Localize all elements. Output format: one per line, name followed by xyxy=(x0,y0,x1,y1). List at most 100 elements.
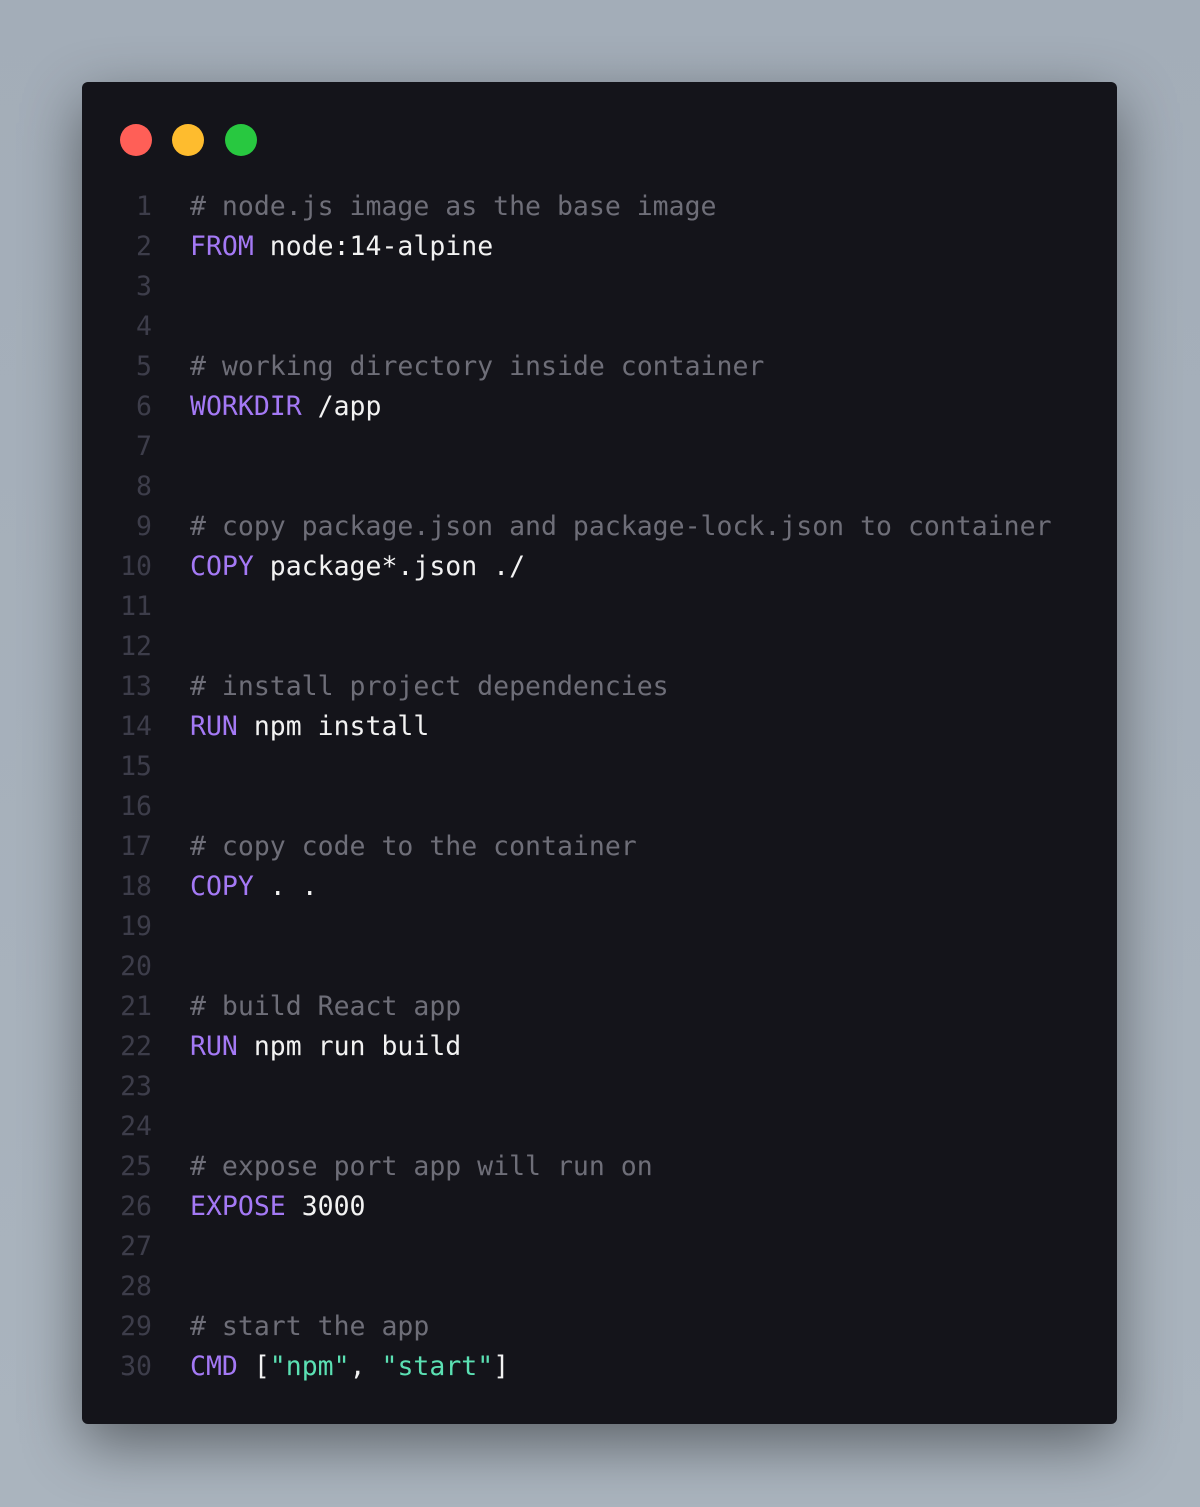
line-number: 17 xyxy=(120,831,152,862)
line-source: # working directory inside container xyxy=(190,347,764,387)
code-token: node:14-alpine xyxy=(253,231,494,262)
code-token: , xyxy=(349,1351,382,1382)
keyword-token: WORKDIR xyxy=(190,391,302,422)
line-number: 12 xyxy=(120,631,152,662)
line-source: COPY . . xyxy=(190,867,318,907)
code-token: package*.json ./ xyxy=(253,551,526,582)
comment-token: # copy package.json and package-lock.jso… xyxy=(190,511,1052,542)
code-line: 14 RUN npm install xyxy=(82,707,1117,747)
code-line: 26 EXPOSE 3000 xyxy=(82,1187,1117,1227)
code-line: 8 xyxy=(82,467,1117,507)
line-number: 22 xyxy=(120,1031,152,1062)
code-line: 16 xyxy=(82,787,1117,827)
comment-token: # working directory inside container xyxy=(190,351,765,382)
line-number: 28 xyxy=(120,1271,152,1302)
line-source: COPY package*.json ./ xyxy=(190,547,525,587)
code-line: 25 # expose port app will run on xyxy=(82,1147,1117,1187)
line-source: # build React app xyxy=(190,987,461,1027)
code-window: 1 # node.js image as the base image 2 FROM … xyxy=(82,82,1117,1424)
code-line: 11 xyxy=(82,587,1117,627)
code-token: npm run build xyxy=(237,1031,462,1062)
code-line: 29 # start the app xyxy=(82,1307,1117,1347)
line-number: 11 xyxy=(120,591,152,622)
code-line: 7 xyxy=(82,427,1117,467)
code-line: 21 # build React app xyxy=(82,987,1117,1027)
keyword-token: CMD xyxy=(190,1351,238,1382)
keyword-token: EXPOSE xyxy=(190,1191,286,1222)
code-token: npm install xyxy=(237,711,430,742)
line-number: 24 xyxy=(120,1111,152,1142)
keyword-token: COPY xyxy=(190,551,254,582)
line-number: 5 xyxy=(136,351,152,382)
code-line: 2 FROM node:14-alpine xyxy=(82,227,1117,267)
code-line: 5 # working directory inside container xyxy=(82,347,1117,387)
code-line: 24 xyxy=(82,1107,1117,1147)
keyword-token: FROM xyxy=(190,231,254,262)
close-dot-icon xyxy=(120,124,152,156)
code-line: 4 xyxy=(82,307,1117,347)
comment-token: # start the app xyxy=(190,1311,430,1342)
line-number: 30 xyxy=(120,1351,152,1382)
line-number: 20 xyxy=(120,951,152,982)
line-number: 7 xyxy=(136,431,152,462)
comment-token: # copy code to the container xyxy=(190,831,637,862)
line-number: 10 xyxy=(120,551,152,582)
comment-token: # build React app xyxy=(190,991,462,1022)
code-line: 23 xyxy=(82,1067,1117,1107)
line-number: 6 xyxy=(136,391,152,422)
code-token: . . xyxy=(253,871,318,902)
comment-token: # install project dependencies xyxy=(190,671,669,702)
code-line: 3 xyxy=(82,267,1117,307)
minimize-dot-icon xyxy=(172,124,204,156)
line-source: # copy package.json and package-lock.jso… xyxy=(190,507,1052,547)
code-line: 13 # install project dependencies xyxy=(82,667,1117,707)
line-number: 16 xyxy=(120,791,152,822)
line-source: RUN npm run build xyxy=(190,1027,461,1067)
code-line: 6 WORKDIR /app xyxy=(82,387,1117,427)
line-number: 9 xyxy=(136,511,152,542)
string-token: "npm" xyxy=(269,1351,350,1382)
line-number: 2 xyxy=(136,231,152,262)
line-number: 23 xyxy=(120,1071,152,1102)
comment-token: # node.js image as the base image xyxy=(190,191,717,222)
line-source: # copy code to the container xyxy=(190,827,637,867)
line-source: CMD ["npm", "start"] xyxy=(190,1347,509,1387)
code-token: [ xyxy=(237,1351,270,1382)
line-number: 25 xyxy=(120,1151,152,1182)
keyword-token: RUN xyxy=(190,1031,238,1062)
line-number: 13 xyxy=(120,671,152,702)
line-number: 29 xyxy=(120,1311,152,1342)
code-line: 30 CMD ["npm", "start"] xyxy=(82,1347,1117,1387)
keyword-token: COPY xyxy=(190,871,254,902)
code-token: /app xyxy=(301,391,382,422)
line-source: # expose port app will run on xyxy=(190,1147,653,1187)
code-line: 18 COPY . . xyxy=(82,867,1117,907)
line-source: # start the app xyxy=(190,1307,429,1347)
line-source: EXPOSE 3000 xyxy=(190,1187,366,1227)
code-line: 17 # copy code to the container xyxy=(82,827,1117,867)
code-line: 15 xyxy=(82,747,1117,787)
code-line: 10 COPY package*.json ./ xyxy=(82,547,1117,587)
line-number: 14 xyxy=(120,711,152,742)
code-line: 20 xyxy=(82,947,1117,987)
line-source: # node.js image as the base image xyxy=(190,187,717,227)
line-number: 19 xyxy=(120,911,152,942)
line-source: RUN npm install xyxy=(190,707,429,747)
code-line: 27 xyxy=(82,1227,1117,1267)
code-line: 12 xyxy=(82,627,1117,667)
maximize-dot-icon xyxy=(225,124,257,156)
code-block: 1 # node.js image as the base image 2 FROM … xyxy=(82,187,1117,1387)
line-number: 8 xyxy=(136,471,152,502)
line-number: 18 xyxy=(120,871,152,902)
keyword-token: RUN xyxy=(190,711,238,742)
code-line: 9 # copy package.json and package-lock.js… xyxy=(82,507,1117,547)
string-token: "start" xyxy=(381,1351,494,1382)
line-number: 4 xyxy=(136,311,152,342)
code-line: 1 # node.js image as the base image xyxy=(82,187,1117,227)
code-line: 22 RUN npm run build xyxy=(82,1027,1117,1067)
code-line: 19 xyxy=(82,907,1117,947)
line-number: 15 xyxy=(120,751,152,782)
line-source: # install project dependencies xyxy=(190,667,669,707)
comment-token: # expose port app will run on xyxy=(190,1151,653,1182)
line-number: 27 xyxy=(120,1231,152,1262)
